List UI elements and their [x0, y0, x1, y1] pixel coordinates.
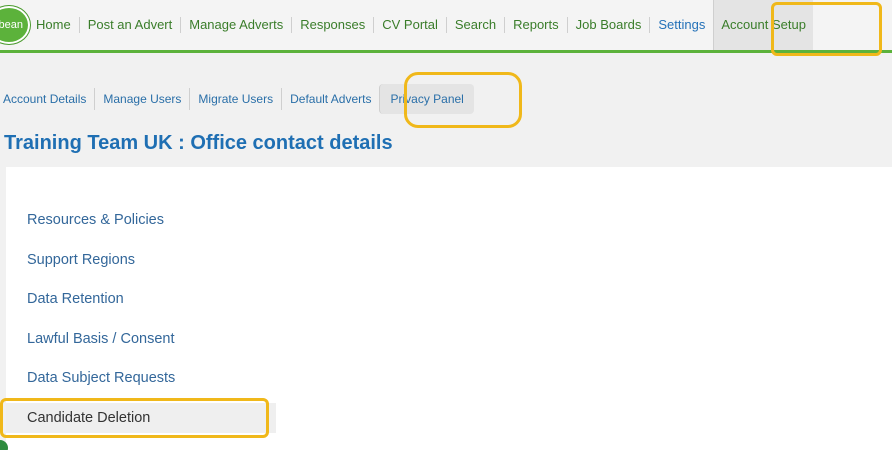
menu-item-support-regions[interactable]: Support Regions	[6, 245, 276, 275]
menu-item-candidate-deletion[interactable]: Candidate Deletion	[6, 403, 276, 433]
subnav-migrate-users[interactable]: Migrate Users	[189, 88, 281, 110]
nav-cv-portal[interactable]: CV Portal	[373, 17, 446, 33]
nav-job-boards[interactable]: Job Boards	[566, 17, 650, 33]
top-nav-items: Home Post an Advert Manage Adverts Respo…	[32, 0, 813, 50]
menu-item-data-retention[interactable]: Data Retention	[6, 284, 276, 314]
top-nav-bar: bean Home Post an Advert Manage Adverts …	[0, 0, 892, 53]
page-title: Training Team UK : Office contact detail…	[4, 132, 393, 154]
menu-item-resources-policies[interactable]: Resources & Policies	[6, 205, 276, 235]
nav-settings[interactable]: Settings	[649, 17, 713, 33]
logo-text: bean	[0, 19, 23, 31]
sub-nav-bar: Account Details Manage Users Migrate Use…	[0, 84, 474, 114]
subnav-default-adverts[interactable]: Default Adverts	[281, 88, 379, 110]
logo[interactable]: bean	[0, 6, 30, 44]
subnav-manage-users[interactable]: Manage Users	[94, 88, 189, 110]
content-panel: Resources & Policies Support Regions Dat…	[6, 167, 892, 450]
menu-item-data-subject-requests[interactable]: Data Subject Requests	[6, 363, 276, 393]
nav-post-an-advert[interactable]: Post an Advert	[78, 17, 181, 33]
nav-home[interactable]: Home	[32, 17, 79, 33]
nav-account-setup[interactable]: Account Setup	[713, 0, 813, 50]
menu-item-lawful-basis-consent[interactable]: Lawful Basis / Consent	[6, 324, 276, 354]
nav-reports[interactable]: Reports	[504, 17, 567, 33]
subnav-privacy-panel[interactable]: Privacy Panel	[379, 84, 474, 114]
nav-manage-adverts[interactable]: Manage Adverts	[180, 17, 291, 33]
subnav-account-details[interactable]: Account Details	[0, 88, 94, 110]
page: bean Home Post an Advert Manage Adverts …	[0, 0, 892, 450]
nav-responses[interactable]: Responses	[291, 17, 373, 33]
nav-search[interactable]: Search	[445, 17, 504, 33]
